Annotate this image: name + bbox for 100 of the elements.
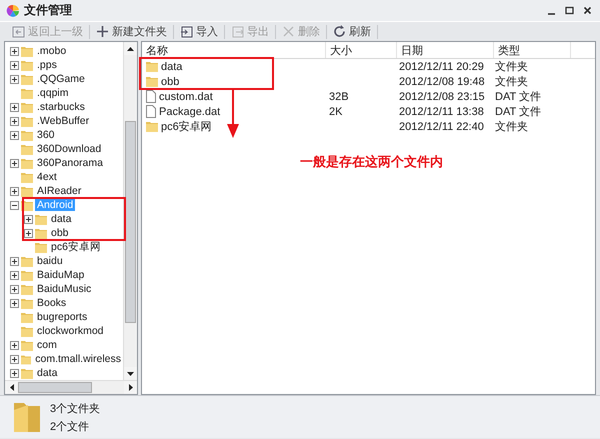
expand-icon[interactable] [10,186,19,196]
tree-item[interactable]: 4ext [35,171,59,183]
expand-icon[interactable] [10,116,19,126]
tree-item[interactable]: data [49,213,74,225]
scroll-down-button[interactable] [124,367,137,380]
tree-item[interactable]: com.tmall.wireless [33,353,123,365]
expand-icon[interactable] [10,60,19,70]
tree-item[interactable]: clockworkmod [35,325,106,337]
table-cell-text: DAT 文件 [495,90,542,104]
tree-item[interactable]: .pps [35,59,59,71]
file-name[interactable]: Package.dat [159,106,220,118]
import-icon [180,25,193,38]
expand-icon[interactable] [10,270,19,280]
table-cell: 2012/12/11 22:40 [399,120,484,132]
plus-icon [96,25,109,38]
tree-item[interactable]: .WebBuffer [35,115,92,127]
toolbar-button[interactable]: 刷新 [327,23,377,40]
folder-icon [21,298,33,308]
table-cell: 32B [329,90,349,102]
folder-icon [21,312,33,322]
tree-item[interactable]: obb [49,227,71,239]
tree-item[interactable]: com [35,339,59,351]
table-cell: 2012/12/11 13:38 [399,106,484,118]
folder-icon [21,354,32,364]
expand-icon[interactable] [10,284,19,294]
scroll-right-button[interactable] [124,381,137,394]
scroll-up-button[interactable] [124,42,137,55]
toolbar-button[interactable]: 新建文件夹 [90,23,173,40]
folder-icon [21,340,33,350]
column-header[interactable]: 大小 [326,42,397,58]
tree-item[interactable]: 360Download [35,143,104,155]
right-arrow-icon [128,384,132,391]
horizontal-scrollbar[interactable] [5,380,137,394]
folder-icon [21,60,33,70]
close-icon [282,25,295,38]
tree-item[interactable]: pc6安卓网 [49,240,103,254]
expand-icon[interactable] [10,368,19,378]
folder-icon [21,368,33,378]
back-icon [12,25,25,38]
left-arrow-icon [10,384,14,391]
tree-item[interactable]: baidu [35,255,65,267]
folder-icon [21,46,33,56]
close-icon [582,6,592,15]
tree-item[interactable]: 360Panorama [35,157,105,169]
toolbar-button[interactable]: 导入 [174,23,224,40]
collapse-icon[interactable] [10,200,19,210]
tree-item[interactable]: data [35,367,60,379]
folder-icon [21,74,33,84]
expand-icon[interactable] [10,74,19,84]
tree-item[interactable]: .starbucks [35,101,87,113]
vertical-scrollbar[interactable] [123,42,137,380]
tree-item[interactable]: AIReader [35,185,84,197]
expand-icon[interactable] [10,354,19,364]
tree-item[interactable]: BaiduMusic [35,283,94,295]
expand-icon[interactable] [24,214,33,224]
expand-icon[interactable] [10,130,19,140]
scroll-left-button[interactable] [5,381,18,394]
table-cell-text: 文件夹 [495,74,528,89]
file-icon [146,90,156,103]
expand-icon[interactable] [10,158,19,168]
tree-item[interactable]: .mobo [35,45,68,57]
column-header[interactable]: 日期 [397,42,494,58]
table-cell: 2012/12/08 23:15 [399,90,485,102]
app-logo-icon [6,4,20,18]
folder-icon [146,61,158,72]
down-arrow-icon [127,372,134,376]
folder-icon [21,116,33,126]
table-cell-text: 文件夹 [495,120,528,134]
folder-icon [35,242,47,252]
annotation-text: 一般是存在这两个文件内 [300,153,443,171]
folder-icon [21,158,33,168]
folder-icon [12,401,42,433]
refresh-icon [333,25,346,38]
tree-item[interactable]: .QQGame [35,73,87,85]
expand-icon[interactable] [10,256,19,266]
tree-item[interactable]: .qqpim [35,87,71,99]
tree-item[interactable]: BaiduMap [35,269,86,281]
tree-item[interactable]: bugreports [35,311,90,323]
folder-icon [35,228,47,238]
expand-icon[interactable] [10,340,19,350]
file-name[interactable]: pc6安卓网 [161,119,212,134]
tree-item[interactable]: Books [35,297,68,309]
folder-icon [146,121,158,132]
maximize-icon [564,6,574,15]
folder-icon [21,102,33,112]
expand-icon[interactable] [10,46,19,56]
folder-icon [21,172,33,182]
folder-icon [21,270,33,280]
file-name[interactable]: data [161,60,182,72]
expand-icon[interactable] [24,228,33,238]
folder-icon [21,88,33,98]
tree-item[interactable]: 360 [35,129,57,141]
file-name[interactable]: custom.dat [159,90,213,102]
expand-icon[interactable] [10,298,19,308]
expand-icon[interactable] [10,102,19,112]
arrow [226,88,240,138]
folder-icon [21,186,33,196]
column-header[interactable]: 类型 [494,42,571,58]
column-header[interactable]: 名称 [142,42,326,58]
file-name[interactable]: obb [161,76,180,88]
